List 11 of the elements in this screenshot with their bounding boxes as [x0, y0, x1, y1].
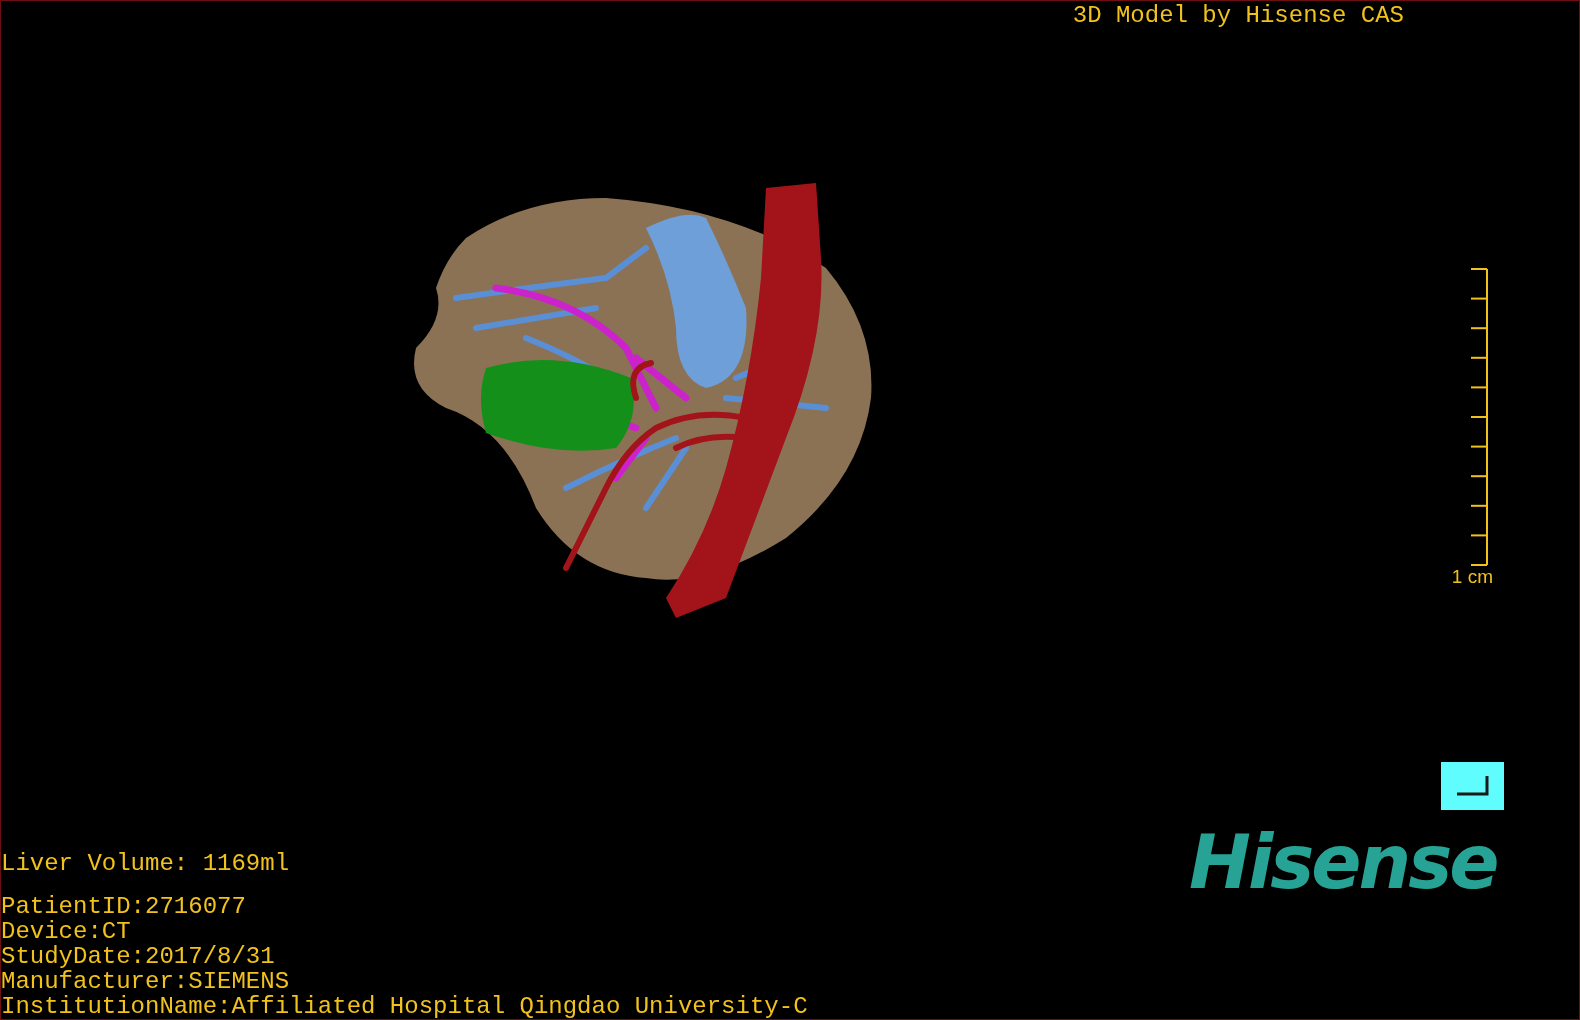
patient-info-line: PatientID:2716077	[1, 894, 246, 919]
patient-info-line: Manufacturer:SIEMENS	[1, 969, 290, 994]
scale-label: 1 cm	[1451, 567, 1493, 587]
liver-volume: Liver Volume: 1169ml	[1, 851, 290, 879]
patient-info-line: StudyDate:2017/8/31	[1, 944, 275, 969]
patient-info-line: Device:CT	[1, 919, 131, 944]
model-title: 3D Model by Hisense CAS	[1072, 3, 1404, 28]
corner-icon	[1455, 774, 1490, 798]
patient-info-line: InstitutionName:Affiliated Hospital Qingdao University-C	[1, 994, 808, 1019]
view-corner-button[interactable]	[1441, 762, 1504, 810]
brand-logo: Hisense	[1189, 832, 1497, 892]
